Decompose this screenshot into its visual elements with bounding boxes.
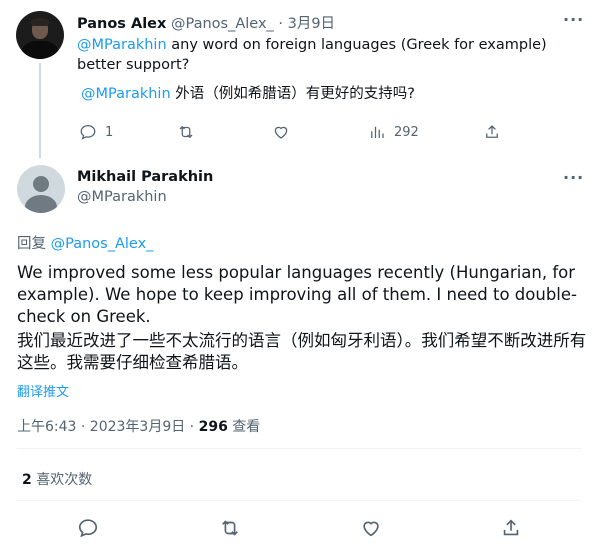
likes-count: 2 <box>22 472 32 488</box>
share-icon <box>503 519 519 536</box>
reply-button[interactable]: 1 <box>79 123 113 141</box>
replying-to-link[interactable]: @Panos_Alex_ <box>51 236 154 252</box>
avatar-body <box>22 41 58 59</box>
tweet-date[interactable]: 3月9日 <box>288 16 335 32</box>
reply-button[interactable] <box>77 517 99 539</box>
reply-count: 1 <box>105 124 114 140</box>
mention-link[interactable]: @MParakhin <box>81 86 171 102</box>
tweet-text-zh: 我们最近改进了一些不太流行的语言（例如匈牙利语）。我们希望不断改进所有这些。我需… <box>17 331 587 372</box>
avatar-panos-alex[interactable] <box>16 11 64 59</box>
tweet1-text: @MParakhin any word on foreign languages… <box>77 35 577 75</box>
avatar-body <box>25 195 57 213</box>
views-label: 查看 <box>227 419 261 435</box>
author-name[interactable]: Panos Alex <box>77 16 166 32</box>
view-count: 292 <box>394 124 419 140</box>
replying-to: 回复 @Panos_Alex_ <box>17 232 153 253</box>
thread-line <box>39 63 41 158</box>
author-handle[interactable]: @MParakhin <box>77 189 167 205</box>
like-button[interactable] <box>360 517 382 539</box>
like-button[interactable] <box>272 123 298 141</box>
reply-icon <box>78 519 98 538</box>
views-count: 296 <box>198 419 228 435</box>
more-icon[interactable]: ··· <box>563 168 584 187</box>
retweet-button[interactable] <box>219 517 241 539</box>
mention-link[interactable]: @MParakhin <box>77 37 167 53</box>
share-icon <box>486 125 498 138</box>
tweet-text-en: We improved some less popular languages … <box>17 263 577 326</box>
views-icon <box>371 126 384 138</box>
avatar-head <box>33 176 49 192</box>
author-handle[interactable]: @Panos_Alex_ <box>171 16 274 32</box>
divider <box>17 500 581 501</box>
separator: · <box>278 16 283 32</box>
translate-tweet-link[interactable]: 翻译推文 <box>17 381 69 400</box>
retweet-icon <box>179 125 193 139</box>
like-icon <box>274 126 288 139</box>
share-button[interactable] <box>483 123 501 141</box>
like-icon <box>363 521 379 537</box>
views-button[interactable]: 292 <box>368 123 419 141</box>
likes-summary[interactable]: 2 喜欢次数 <box>22 469 92 489</box>
tweet1-translation: @MParakhin 外语（例如希腊语）有更好的支持吗? <box>81 82 415 103</box>
author-name[interactable]: Mikhail Parakhin <box>77 169 213 185</box>
retweet-icon <box>222 520 238 536</box>
more-icon[interactable]: ··· <box>563 10 584 29</box>
tweet1-header: Panos Alex @Panos_Alex_ · 3月9日 <box>77 12 335 33</box>
share-button[interactable] <box>500 517 522 539</box>
avatar-mikhail-parakhin[interactable] <box>17 165 65 213</box>
likes-label: 喜欢次数 <box>31 472 93 488</box>
translation-body: 外语（例如希腊语）有更好的支持吗? <box>170 86 415 102</box>
retweet-button[interactable] <box>177 123 203 141</box>
avatar-hair <box>31 18 49 26</box>
divider <box>17 448 581 449</box>
reply-icon <box>80 124 96 140</box>
tweet-meta: 上午6:43 · 2023年3月9日 · 296 查看 <box>17 416 260 436</box>
replying-label: 回复 <box>17 236 51 252</box>
tweet-timestamp[interactable]: 上午6:43 · 2023年3月9日 · <box>17 419 199 435</box>
